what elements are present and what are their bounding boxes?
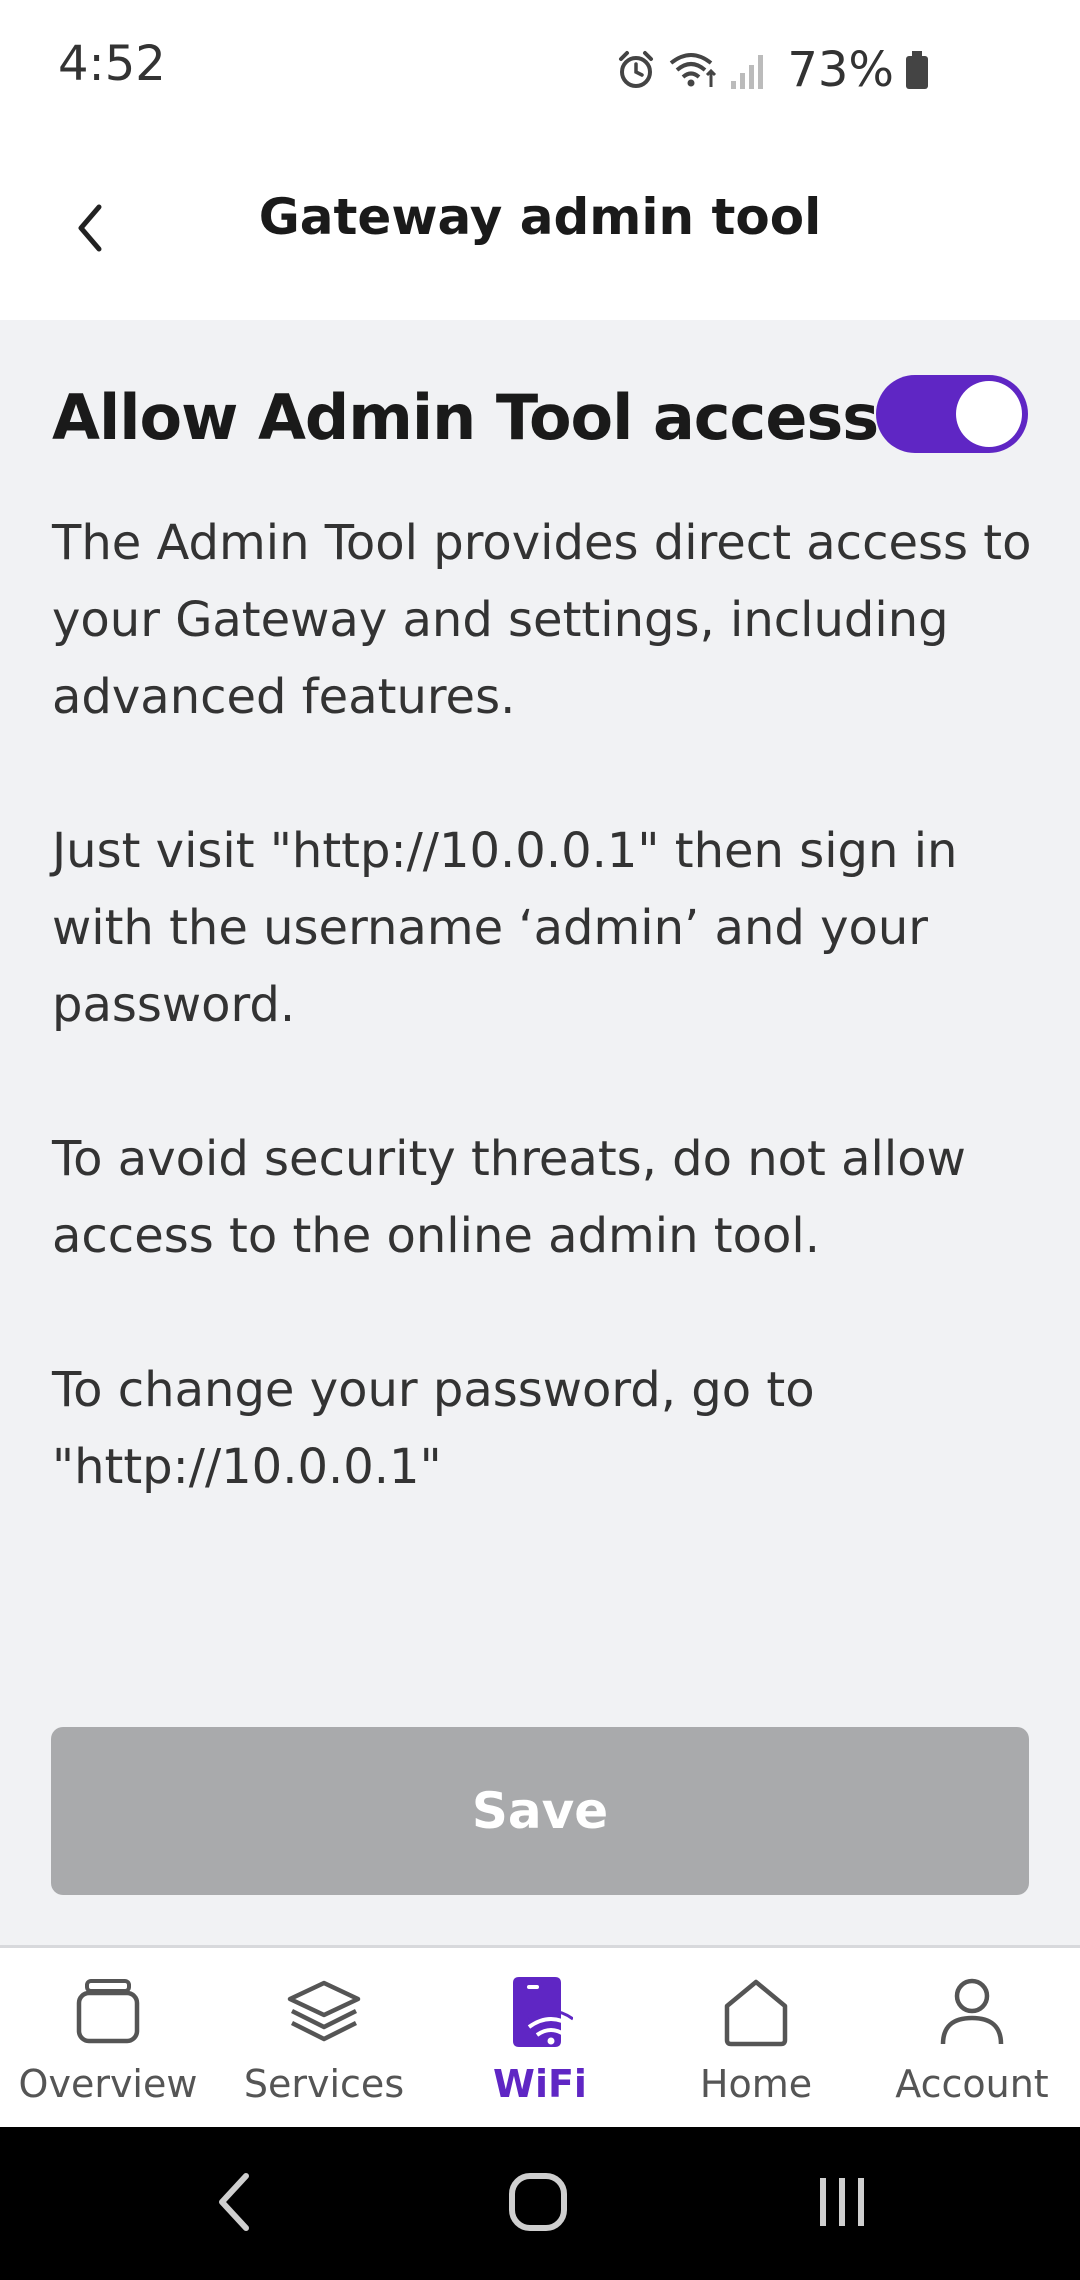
home-icon [721, 1972, 791, 2052]
admin-access-label: Allow Admin Tool access [52, 381, 879, 454]
bottom-nav: Overview Services WiFi Home Account [0, 1945, 1080, 2127]
nav-label: Overview [18, 2062, 198, 2106]
nav-label: WiFi [493, 2062, 587, 2106]
description-paragraph: To change your password, go to "http://1… [52, 1362, 815, 1495]
nav-item-wifi[interactable]: WiFi [432, 1972, 648, 2122]
system-recents-button[interactable] [812, 2172, 872, 2236]
system-back-button[interactable] [210, 2172, 260, 2236]
alarm-icon [615, 49, 657, 91]
save-button[interactable]: Save [51, 1727, 1029, 1895]
admin-tool-description: The Admin Tool provides direct access to… [52, 505, 1032, 1583]
description-paragraph: To avoid security threats, do not allow … [52, 1131, 966, 1264]
person-icon [937, 1972, 1007, 2052]
nav-item-services[interactable]: Services [216, 1972, 432, 2122]
admin-access-row: Allow Admin Tool access [52, 375, 1028, 465]
admin-access-toggle[interactable] [876, 375, 1028, 453]
system-home-button[interactable] [508, 2172, 568, 2236]
nav-label: Account [895, 2062, 1049, 2106]
description-paragraph: Just visit "http://10.0.0.1" then sign i… [52, 823, 958, 1033]
wifi-icon [667, 49, 719, 91]
description-paragraph: The Admin Tool provides direct access to… [52, 515, 1032, 725]
layers-icon [286, 1972, 362, 2052]
nav-item-account[interactable]: Account [864, 1972, 1080, 2122]
battery-icon [904, 49, 930, 91]
status-time: 4:52 [58, 36, 166, 92]
nav-item-home[interactable]: Home [648, 1972, 864, 2122]
header: Gateway admin tool [0, 140, 1080, 320]
nav-label: Services [243, 2062, 405, 2106]
overview-icon [75, 1972, 141, 2052]
battery-percent: 73% [787, 42, 894, 98]
page-title: Gateway admin tool [258, 188, 822, 246]
status-icons: 73% [615, 40, 930, 100]
toggle-knob [956, 381, 1022, 447]
status-bar: 4:52 73% [0, 0, 1080, 140]
main-content: Allow Admin Tool access The Admin Tool p… [0, 320, 1080, 1945]
nav-label: Home [699, 2062, 813, 2106]
wifi-gateway-icon [507, 1972, 573, 2052]
signal-icon [729, 49, 769, 91]
system-nav-bar [0, 2127, 1080, 2280]
nav-item-overview[interactable]: Overview [0, 1972, 216, 2122]
